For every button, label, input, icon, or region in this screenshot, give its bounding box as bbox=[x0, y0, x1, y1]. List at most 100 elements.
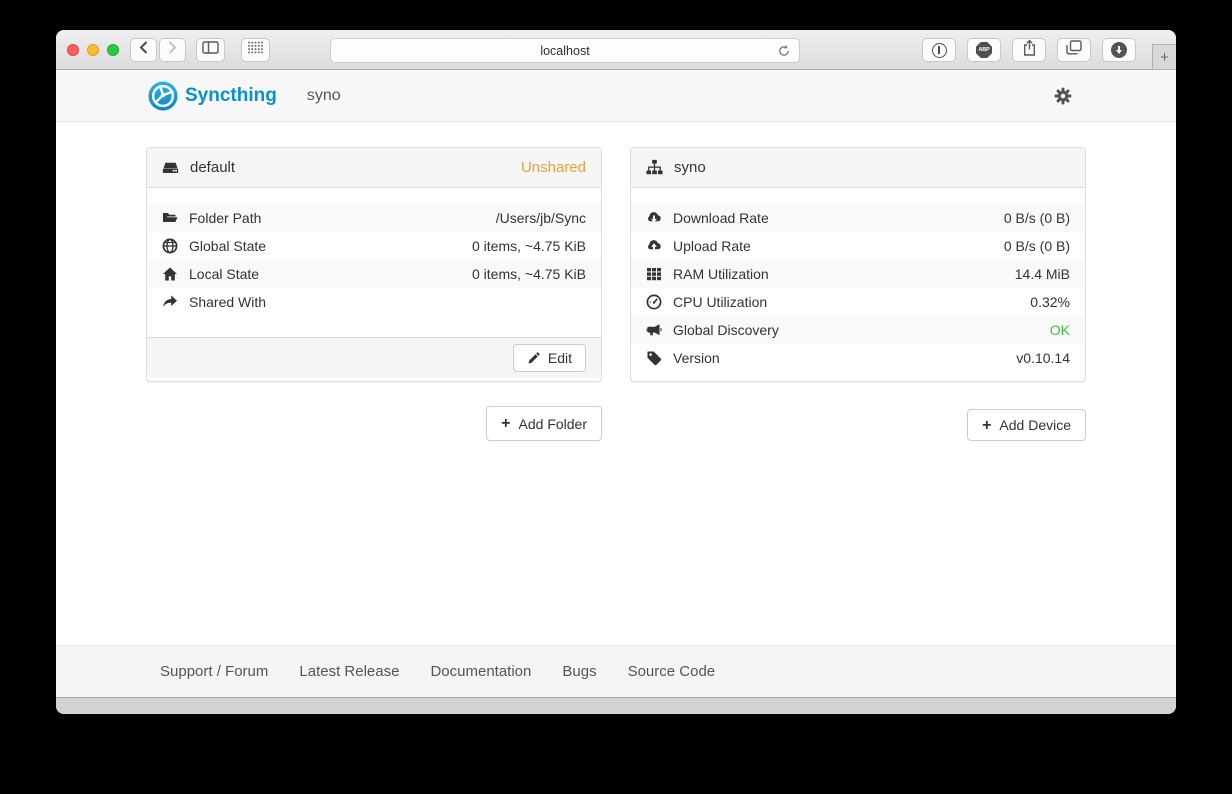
edit-button[interactable]: Edit bbox=[513, 344, 586, 372]
reload-button[interactable] bbox=[777, 43, 791, 62]
pencil-icon bbox=[527, 352, 540, 365]
table-row: Version v0.10.14 bbox=[631, 344, 1085, 372]
globe-icon bbox=[162, 238, 178, 254]
folder-title: default bbox=[190, 159, 235, 176]
downloads-icon bbox=[1111, 42, 1127, 58]
folder-panel-footer: Edit bbox=[147, 337, 601, 378]
folder-panel-header[interactable]: default Unshared bbox=[147, 148, 601, 188]
main-content: default Unshared Folder Path /Users/jb/S… bbox=[56, 122, 1176, 645]
close-window-button[interactable] bbox=[67, 44, 79, 56]
table-row: Folder Path /Users/jb/Sync bbox=[147, 204, 601, 232]
hdd-icon bbox=[162, 159, 179, 176]
top-sites-button[interactable] bbox=[241, 38, 270, 62]
back-icon bbox=[139, 41, 148, 59]
grid-icon bbox=[646, 266, 662, 282]
table-row: CPU Utilization 0.32% bbox=[631, 288, 1085, 316]
table-row: Upload Rate 0 B/s (0 B) bbox=[631, 232, 1085, 260]
plus-icon: + bbox=[1160, 49, 1169, 66]
row-label: Global State bbox=[189, 238, 266, 254]
table-row: Global Discovery OK bbox=[631, 316, 1085, 344]
sitemap-icon bbox=[646, 159, 663, 176]
app-navbar: Syncthing syno bbox=[56, 70, 1176, 122]
add-device-column: + Add Device bbox=[630, 406, 1086, 441]
row-label: Upload Rate bbox=[673, 238, 751, 254]
page-footer: Support / Forum Latest Release Documenta… bbox=[56, 645, 1176, 697]
top-sites-grid-icon bbox=[247, 41, 264, 59]
sidebar-icon bbox=[202, 41, 219, 59]
app-title: Syncthing bbox=[185, 85, 277, 107]
row-label: Folder Path bbox=[189, 210, 261, 226]
settings-gear-icon[interactable] bbox=[1054, 87, 1072, 105]
footer-link-documentation[interactable]: Documentation bbox=[430, 663, 531, 680]
sidebar-toggle-button[interactable] bbox=[196, 38, 225, 62]
row-label: CPU Utilization bbox=[673, 294, 767, 310]
footer-link-latest-release[interactable]: Latest Release bbox=[299, 663, 399, 680]
add-buttons-row: + Add Folder + Add Device bbox=[146, 406, 1086, 441]
table-row: Global State 0 items, ~4.75 KiB bbox=[147, 232, 601, 260]
address-bar-url: localhost bbox=[540, 44, 589, 58]
table-row: RAM Utilization 14.4 MiB bbox=[631, 260, 1085, 288]
row-value: OK bbox=[1050, 322, 1070, 338]
footer-link-bugs[interactable]: Bugs bbox=[562, 663, 596, 680]
row-label: Version bbox=[673, 350, 720, 366]
window-controls bbox=[67, 44, 119, 56]
row-value: 0 items, ~4.75 KiB bbox=[472, 238, 586, 254]
device-title: syno bbox=[674, 159, 706, 176]
adblock-button[interactable]: ABP bbox=[967, 38, 1001, 62]
navbar-device-name: syno bbox=[307, 87, 341, 105]
browser-window: localhost ABP bbox=[56, 30, 1176, 714]
row-label: Shared With bbox=[189, 294, 266, 310]
folder-table: Folder Path /Users/jb/Sync Global State … bbox=[147, 188, 601, 337]
forward-icon bbox=[168, 41, 177, 59]
new-tab-button[interactable]: + bbox=[1152, 44, 1176, 70]
add-device-label: Add Device bbox=[999, 417, 1071, 433]
device-table: Download Rate 0 B/s (0 B) Upload Rate 0 … bbox=[631, 188, 1085, 381]
row-value: /Users/jb/Sync bbox=[496, 210, 586, 226]
cloud-upload-icon bbox=[646, 238, 662, 254]
row-value: 0.32% bbox=[1030, 294, 1070, 310]
row-value: 14.4 MiB bbox=[1015, 266, 1070, 282]
share-icon bbox=[1023, 39, 1036, 61]
tag-icon bbox=[646, 350, 662, 366]
plus-icon: + bbox=[982, 419, 991, 432]
row-value: 0 B/s (0 B) bbox=[1004, 210, 1070, 226]
minimize-window-button[interactable] bbox=[87, 44, 99, 56]
add-device-button[interactable]: + Add Device bbox=[967, 409, 1086, 441]
device-panel: syno Download Rate 0 B/s (0 B) bbox=[630, 147, 1086, 382]
row-value: v0.10.14 bbox=[1016, 350, 1070, 366]
onepassword-button[interactable] bbox=[922, 38, 956, 62]
adblock-icon: ABP bbox=[976, 42, 992, 58]
row-label: Download Rate bbox=[673, 210, 769, 226]
tab-overview-button[interactable] bbox=[1057, 38, 1091, 62]
row-label: RAM Utilization bbox=[673, 266, 769, 282]
tabs-icon bbox=[1066, 40, 1082, 60]
row-label: Local State bbox=[189, 266, 259, 282]
device-panel-header[interactable]: syno bbox=[631, 148, 1085, 188]
row-value: 0 items, ~4.75 KiB bbox=[472, 266, 586, 282]
footer-link-source-code[interactable]: Source Code bbox=[628, 663, 716, 680]
row-label: Global Discovery bbox=[673, 322, 779, 338]
folder-status-badge: Unshared bbox=[521, 159, 586, 176]
add-folder-label: Add Folder bbox=[519, 416, 587, 432]
onepassword-icon bbox=[932, 43, 947, 58]
share-arrow-icon bbox=[162, 294, 178, 310]
row-value: 0 B/s (0 B) bbox=[1004, 238, 1070, 254]
cloud-download-icon bbox=[646, 210, 662, 226]
home-icon bbox=[162, 266, 178, 282]
window-bottom-bar bbox=[56, 697, 1176, 714]
forward-button[interactable] bbox=[159, 38, 186, 62]
downloads-button[interactable] bbox=[1102, 38, 1136, 62]
back-button[interactable] bbox=[130, 38, 157, 62]
add-folder-button[interactable]: + Add Folder bbox=[486, 406, 602, 441]
folder-open-icon bbox=[162, 210, 178, 226]
share-button[interactable] bbox=[1012, 38, 1046, 62]
table-row: Download Rate 0 B/s (0 B) bbox=[631, 204, 1085, 232]
edit-button-label: Edit bbox=[548, 350, 572, 366]
footer-link-support[interactable]: Support / Forum bbox=[160, 663, 268, 680]
add-folder-column: + Add Folder bbox=[146, 406, 602, 441]
address-bar[interactable]: localhost bbox=[330, 38, 800, 63]
syncthing-logo-icon bbox=[148, 81, 178, 111]
zoom-window-button[interactable] bbox=[107, 44, 119, 56]
extension-buttons: ABP bbox=[922, 38, 1136, 62]
table-row: Local State 0 items, ~4.75 KiB bbox=[147, 260, 601, 288]
